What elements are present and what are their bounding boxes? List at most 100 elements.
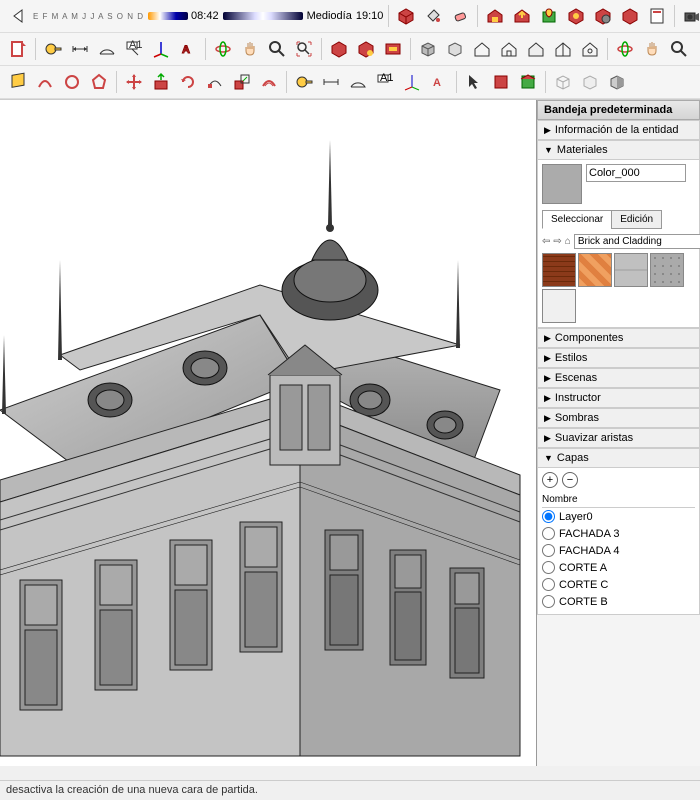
mat-back-icon[interactable]: ⇦	[542, 233, 550, 249]
circle-red-icon[interactable]	[60, 70, 84, 94]
protractor-icon[interactable]	[95, 37, 119, 61]
warehouse-share-icon[interactable]	[510, 4, 534, 28]
extension-gear-icon[interactable]	[591, 4, 615, 28]
solid-box-icon[interactable]	[416, 37, 440, 61]
mat-home-icon[interactable]: ⌂	[565, 233, 571, 249]
material-collection-input[interactable]	[574, 234, 700, 249]
material-thumb-block[interactable]	[614, 253, 648, 287]
model-viewport[interactable]	[0, 100, 536, 766]
select-icon[interactable]	[462, 70, 486, 94]
house1-icon[interactable]	[470, 37, 494, 61]
material-thumb-brick[interactable]	[542, 253, 576, 287]
solid-box2-icon[interactable]	[443, 37, 467, 61]
new-file-icon[interactable]	[6, 37, 30, 61]
panel-soften[interactable]: ▶Suavizar aristas	[537, 428, 700, 448]
panel-entity-info[interactable]: ▶Información de la entidad	[537, 120, 700, 140]
style-red-icon[interactable]	[489, 70, 513, 94]
style-green-icon[interactable]	[516, 70, 540, 94]
material-name-input[interactable]	[586, 164, 686, 182]
panel-styles[interactable]: ▶Estilos	[537, 348, 700, 368]
warehouse-icon[interactable]	[483, 4, 507, 28]
layer-row[interactable]: FACHADA 3	[542, 525, 695, 542]
layer-row[interactable]: CORTE B	[542, 593, 695, 610]
dim2-icon[interactable]	[319, 70, 343, 94]
material-thumb-tile[interactable]	[578, 253, 612, 287]
polygon-red-icon[interactable]	[87, 70, 111, 94]
component-icon[interactable]	[394, 4, 418, 28]
layer-radio[interactable]	[542, 595, 555, 608]
panel-scenes[interactable]: ▶Escenas	[537, 368, 700, 388]
axes2-icon[interactable]	[400, 70, 424, 94]
prev-scene-icon[interactable]	[6, 4, 30, 28]
protractor2-icon[interactable]	[346, 70, 370, 94]
panel-components[interactable]: ▶Componentes	[537, 328, 700, 348]
ext4-icon[interactable]	[381, 37, 405, 61]
materials-tab-edit[interactable]: Edición	[611, 210, 662, 229]
layer-radio[interactable]	[542, 544, 555, 557]
date-slider[interactable]: E F M A M J J A S O N D	[33, 12, 188, 21]
house2-icon[interactable]	[497, 37, 521, 61]
layout-icon[interactable]	[645, 4, 669, 28]
layer-row[interactable]: FACHADA 4	[542, 542, 695, 559]
offset-icon[interactable]	[257, 70, 281, 94]
text2-icon[interactable]: A1	[373, 70, 397, 94]
panel-soften-label: Suavizar aristas	[555, 432, 633, 444]
orbit2-icon[interactable]	[613, 37, 637, 61]
tape2-icon[interactable]	[292, 70, 316, 94]
panel-components-label: Componentes	[555, 332, 624, 344]
layer-row[interactable]: CORTE A	[542, 559, 695, 576]
layer-radio[interactable]	[542, 561, 555, 574]
layer-radio[interactable]	[542, 527, 555, 540]
axes-icon[interactable]	[149, 37, 173, 61]
wireframe-icon[interactable]	[551, 70, 575, 94]
house5-icon[interactable]	[578, 37, 602, 61]
move-icon[interactable]	[122, 70, 146, 94]
pan2-icon[interactable]	[640, 37, 664, 61]
panel-styles-label: Estilos	[555, 352, 587, 364]
layer-radio[interactable]	[542, 578, 555, 591]
pushpull-icon[interactable]	[149, 70, 173, 94]
zoom2-icon[interactable]	[667, 37, 691, 61]
panel-layers[interactable]: ▼Capas	[537, 448, 700, 468]
remove-layer-button[interactable]: −	[562, 472, 578, 488]
ext2-icon[interactable]	[327, 37, 351, 61]
panel-materials[interactable]: ▼Materiales	[537, 140, 700, 160]
panel-shadows[interactable]: ▶Sombras	[537, 408, 700, 428]
section-plane-icon[interactable]	[6, 70, 30, 94]
geolocation-icon[interactable]	[537, 4, 561, 28]
3dtext-icon[interactable]: A	[176, 37, 200, 61]
panel-instructor[interactable]: ▶Instructor	[537, 388, 700, 408]
ext3-icon[interactable]	[354, 37, 378, 61]
extension-red-icon[interactable]	[564, 4, 588, 28]
eraser-icon[interactable]	[448, 4, 472, 28]
scale-icon[interactable]	[230, 70, 254, 94]
house3-icon[interactable]	[524, 37, 548, 61]
rotate-icon[interactable]	[176, 70, 200, 94]
text-icon[interactable]: A1	[122, 37, 146, 61]
material-thumb-stone[interactable]	[650, 253, 684, 287]
hidden-icon[interactable]	[578, 70, 602, 94]
house4-icon[interactable]	[551, 37, 575, 61]
paint-bucket-icon[interactable]	[421, 4, 445, 28]
arc-red-icon[interactable]	[33, 70, 57, 94]
extension-manager-icon[interactable]	[618, 4, 642, 28]
shaded-icon[interactable]	[605, 70, 629, 94]
layer-radio[interactable]	[542, 510, 555, 523]
layer-row[interactable]: Layer0	[542, 508, 695, 525]
pan-icon[interactable]	[238, 37, 262, 61]
material-thumb-white[interactable]	[542, 289, 576, 323]
current-material-swatch[interactable]	[542, 164, 582, 204]
orbit-icon[interactable]	[211, 37, 235, 61]
dimension-icon[interactable]	[68, 37, 92, 61]
time-slider[interactable]: 08:42 Mediodía 19:10	[191, 10, 383, 22]
layer-row[interactable]: CORTE C	[542, 576, 695, 593]
tape-icon[interactable]	[41, 37, 65, 61]
mat-forward-icon[interactable]: ⇨	[553, 233, 561, 249]
3dtext2-icon[interactable]: A	[427, 70, 451, 94]
add-layer-button[interactable]: +	[542, 472, 558, 488]
followme-icon[interactable]	[203, 70, 227, 94]
zoom-icon[interactable]	[265, 37, 289, 61]
camera-icon[interactable]	[680, 4, 700, 28]
materials-tab-select[interactable]: Seleccionar	[542, 210, 612, 229]
zoom-extents-icon[interactable]	[292, 37, 316, 61]
